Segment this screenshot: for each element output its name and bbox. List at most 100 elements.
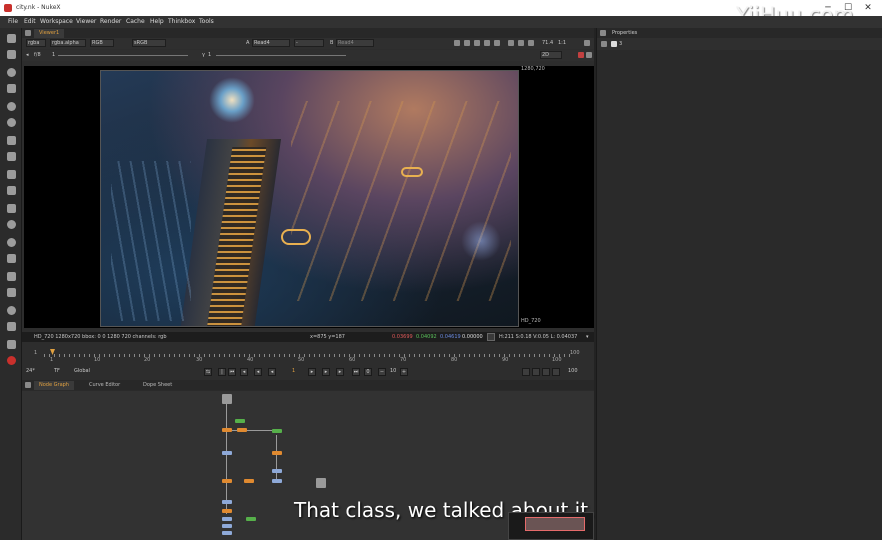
transform-tools-icon[interactable]	[7, 170, 16, 179]
minimize-button[interactable]: ─	[818, 2, 838, 14]
lock-icon[interactable]	[586, 52, 592, 58]
next-keyframe-button[interactable]: ▸	[336, 368, 344, 376]
grid-icon[interactable]	[474, 40, 480, 46]
settings-icon[interactable]	[518, 40, 524, 46]
plugins-icon[interactable]	[7, 322, 16, 331]
view-mode-dropdown[interactable]: 2D	[540, 51, 562, 59]
tf-dropdown[interactable]: TF	[54, 368, 60, 374]
channel-tools-icon[interactable]	[7, 84, 16, 93]
node-orange-3[interactable]	[272, 451, 282, 455]
panel-menu-icon[interactable]	[25, 382, 31, 388]
max-panels-icon[interactable]	[601, 41, 607, 47]
node-orange-2[interactable]	[237, 428, 247, 432]
node-orange-1[interactable]	[222, 428, 232, 432]
thinkbox-icon[interactable]	[7, 340, 16, 349]
mask-icon[interactable]	[494, 40, 500, 46]
maximize-button[interactable]: ☐	[838, 2, 858, 14]
merge-tools-icon[interactable]	[7, 152, 16, 161]
node-green-3[interactable]	[246, 517, 256, 521]
gain-value[interactable]: 1	[52, 52, 55, 58]
zoom-value[interactable]: 71.4	[542, 40, 553, 46]
more-options-icon[interactable]	[584, 40, 590, 46]
last-frame-button[interactable]: ⏭	[352, 368, 360, 376]
node-blue-3[interactable]	[272, 479, 282, 483]
fps-dropdown[interactable]: 24*	[26, 368, 35, 374]
roi-icon[interactable]	[454, 40, 460, 46]
tab-properties[interactable]: Properties	[607, 29, 642, 38]
info-menu-icon[interactable]: ▾	[586, 334, 589, 340]
goto-start-button[interactable]: |	[218, 368, 226, 376]
other-tools-icon[interactable]	[7, 288, 16, 297]
timeline[interactable]: 1 1 10 20 30 40 50 60 70 80 90 100 100	[22, 346, 594, 368]
goto-end-button[interactable]: 0	[364, 368, 372, 376]
alpha-dropdown[interactable]: rgba.alpha	[50, 39, 86, 47]
filter-tools-icon[interactable]	[7, 118, 16, 127]
node-green-2[interactable]	[272, 429, 282, 433]
menu-file[interactable]: File	[8, 18, 18, 25]
compare-dropdown[interactable]: -	[294, 39, 324, 47]
lut-dropdown[interactable]: sRGB	[132, 39, 166, 47]
tab-dope-sheet[interactable]: Dope Sheet	[138, 381, 177, 390]
first-frame-button[interactable]: ⏮	[228, 368, 236, 376]
clipping-icon[interactable]	[464, 40, 470, 46]
time-tools-icon[interactable]	[7, 68, 16, 77]
end-frame-field[interactable]: 100	[568, 368, 578, 374]
timeline-ruler[interactable]: 1 10 20 30 40 50 60 70 80 90 100	[44, 349, 572, 363]
display-channels-dropdown[interactable]: RGB	[90, 39, 114, 47]
draw-tools-icon[interactable]	[7, 50, 16, 59]
toolsets-icon[interactable]	[7, 272, 16, 281]
image-tools-icon[interactable]	[7, 34, 16, 43]
color-tools-icon[interactable]	[7, 102, 16, 111]
tab-curve-editor[interactable]: Curve Editor	[84, 381, 125, 390]
node-blue-2[interactable]	[272, 469, 282, 473]
panel-menu-icon[interactable]	[25, 30, 31, 36]
increment-icon[interactable]: −	[378, 368, 386, 376]
menu-help[interactable]: Help	[150, 18, 164, 25]
node-blue-7[interactable]	[222, 531, 232, 535]
gamma-icon[interactable]: γ	[202, 52, 205, 58]
in-out-icon[interactable]: ⇆	[204, 368, 212, 376]
pause-icon[interactable]	[528, 40, 534, 46]
deep-tools-icon[interactable]	[7, 220, 16, 229]
menu-thinkbox[interactable]: Thinkbox	[168, 18, 195, 25]
panel-menu-icon[interactable]	[600, 30, 606, 36]
gamma-slider[interactable]	[216, 55, 346, 56]
channels-dropdown[interactable]: rgba	[26, 39, 46, 47]
gain-icon[interactable]: ◂	[26, 52, 29, 58]
node-orange-5[interactable]	[244, 479, 254, 483]
current-frame-field[interactable]: 1	[292, 368, 295, 374]
menu-viewer[interactable]: Viewer	[76, 18, 96, 25]
menu-tools[interactable]: Tools	[199, 18, 214, 25]
bounce-icon[interactable]	[542, 368, 550, 376]
cache-icon[interactable]	[522, 368, 530, 376]
node-graph-canvas[interactable]: That class, we talked about it.	[22, 391, 594, 540]
loop-icon[interactable]	[532, 368, 540, 376]
paint-icon[interactable]	[578, 52, 584, 58]
furnace-tools-icon[interactable]	[7, 306, 16, 315]
frame-step-field[interactable]: 10	[390, 368, 396, 374]
viewer-canvas[interactable]: 1280,720 HD_720	[24, 66, 594, 328]
node-orange-4[interactable]	[222, 479, 232, 483]
node-green-1[interactable]	[235, 419, 245, 423]
input-a-dropdown[interactable]: Read4	[252, 39, 290, 47]
redgiant-icon[interactable]	[7, 356, 16, 365]
3d-tools-icon[interactable]	[7, 186, 16, 195]
gpu-icon[interactable]	[508, 40, 514, 46]
export-icon[interactable]	[552, 368, 560, 376]
close-button[interactable]: ✕	[858, 2, 878, 14]
step-forward-button[interactable]: ▸	[322, 368, 330, 376]
menu-cache[interactable]: Cache	[126, 18, 145, 25]
menu-edit[interactable]: Edit	[24, 18, 36, 25]
input-b-dropdown[interactable]: Read4	[336, 39, 374, 47]
range-dropdown[interactable]: Global	[74, 368, 90, 374]
step-back-button[interactable]: ◂	[254, 368, 262, 376]
scale-value[interactable]: 1:1	[558, 40, 566, 46]
minimap-viewport[interactable]	[525, 517, 585, 531]
play-backward-button[interactable]: ◂	[268, 368, 276, 376]
views-tools-icon[interactable]	[7, 238, 16, 247]
node-graph-minimap[interactable]	[508, 512, 594, 540]
gain-slider[interactable]	[58, 55, 188, 56]
read-node[interactable]	[222, 394, 232, 404]
node-blue-6[interactable]	[222, 524, 232, 528]
node-blue-5[interactable]	[222, 517, 232, 521]
